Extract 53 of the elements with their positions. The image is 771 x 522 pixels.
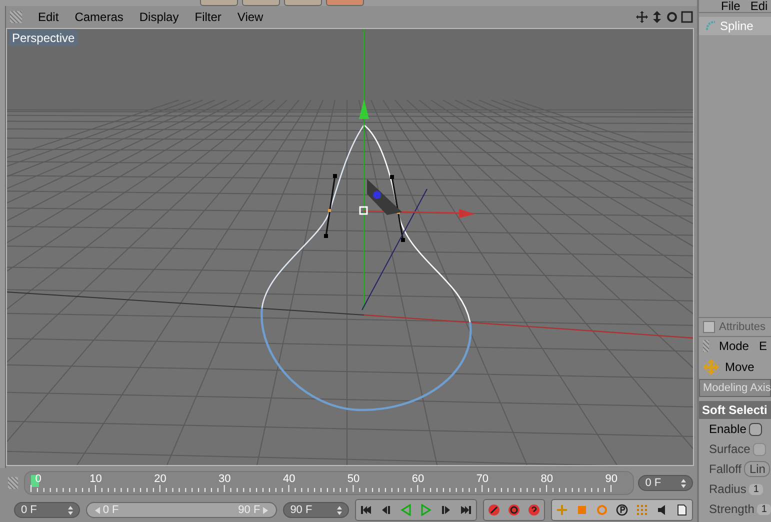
spinner-icon[interactable] bbox=[681, 478, 686, 488]
panel-checkbox[interactable] bbox=[703, 321, 715, 333]
frame-label: 50 bbox=[347, 473, 360, 485]
move-view-icon[interactable] bbox=[636, 11, 648, 23]
menu-item[interactable]: Edi bbox=[750, 0, 768, 12]
spinner-icon[interactable] bbox=[68, 506, 73, 514]
menu-item[interactable]: Edit bbox=[30, 10, 67, 24]
menu-item[interactable]: Mode bbox=[718, 339, 749, 353]
menu-item[interactable]: Filter bbox=[186, 10, 230, 24]
field-label: Enable bbox=[709, 422, 746, 436]
spline-icon bbox=[705, 20, 717, 32]
rotate-view-icon[interactable] bbox=[666, 11, 678, 23]
move-tool-icon bbox=[703, 359, 719, 375]
spinner-icon[interactable] bbox=[337, 506, 342, 514]
grip-icon[interactable] bbox=[10, 11, 22, 23]
panel-title: Attributes bbox=[719, 321, 766, 333]
menu-item[interactable]: View bbox=[229, 10, 272, 24]
tool-name: Move bbox=[725, 360, 754, 374]
tangent-handles[interactable] bbox=[324, 174, 405, 242]
frame-label: 30 bbox=[218, 473, 231, 485]
timeline-ruler[interactable]: 0 10 20 30 40 50 60 70 80 90 bbox=[24, 471, 634, 495]
grip-icon[interactable] bbox=[703, 340, 709, 352]
toolbar-button[interactable] bbox=[242, 0, 280, 6]
toolbar-button[interactable] bbox=[326, 0, 364, 6]
zoom-view-icon[interactable] bbox=[651, 11, 663, 23]
toolbar-button[interactable] bbox=[284, 0, 322, 6]
viewport[interactable]: Perspective bbox=[6, 28, 694, 466]
menu-item[interactable]: File bbox=[721, 0, 740, 12]
field-label: Surface bbox=[709, 442, 750, 456]
frame-label: 80 bbox=[540, 473, 553, 485]
frame-label: 70 bbox=[476, 473, 489, 485]
end-frame-field[interactable]: 90 F bbox=[283, 502, 349, 518]
frame-label: 60 bbox=[412, 473, 424, 485]
section-header: Soft Selecti bbox=[699, 401, 771, 419]
field-label: Radius bbox=[709, 482, 746, 496]
frame-label: 90 bbox=[605, 473, 618, 485]
menu-item[interactable]: Cameras bbox=[66, 10, 132, 24]
playhead[interactable] bbox=[31, 475, 40, 487]
start-frame-field[interactable]: 0 F bbox=[14, 502, 80, 518]
frame-label: 40 bbox=[282, 473, 296, 485]
field-label: Falloff bbox=[709, 462, 742, 476]
frame-label: 10 bbox=[90, 473, 102, 485]
checkbox[interactable] bbox=[749, 422, 762, 436]
frame-label: 20 bbox=[154, 473, 166, 485]
menu-item[interactable]: E bbox=[758, 339, 767, 353]
current-frame-field[interactable]: 0 F bbox=[638, 475, 693, 491]
field-label: Strength bbox=[709, 502, 754, 516]
toolbar-button[interactable] bbox=[200, 0, 238, 6]
camera-label: Perspective bbox=[9, 30, 78, 46]
frame-label: 0 bbox=[35, 473, 42, 485]
grip-icon bbox=[8, 477, 18, 489]
maximize-view-icon[interactable] bbox=[681, 11, 693, 23]
menu-item[interactable]: Display bbox=[131, 10, 187, 24]
